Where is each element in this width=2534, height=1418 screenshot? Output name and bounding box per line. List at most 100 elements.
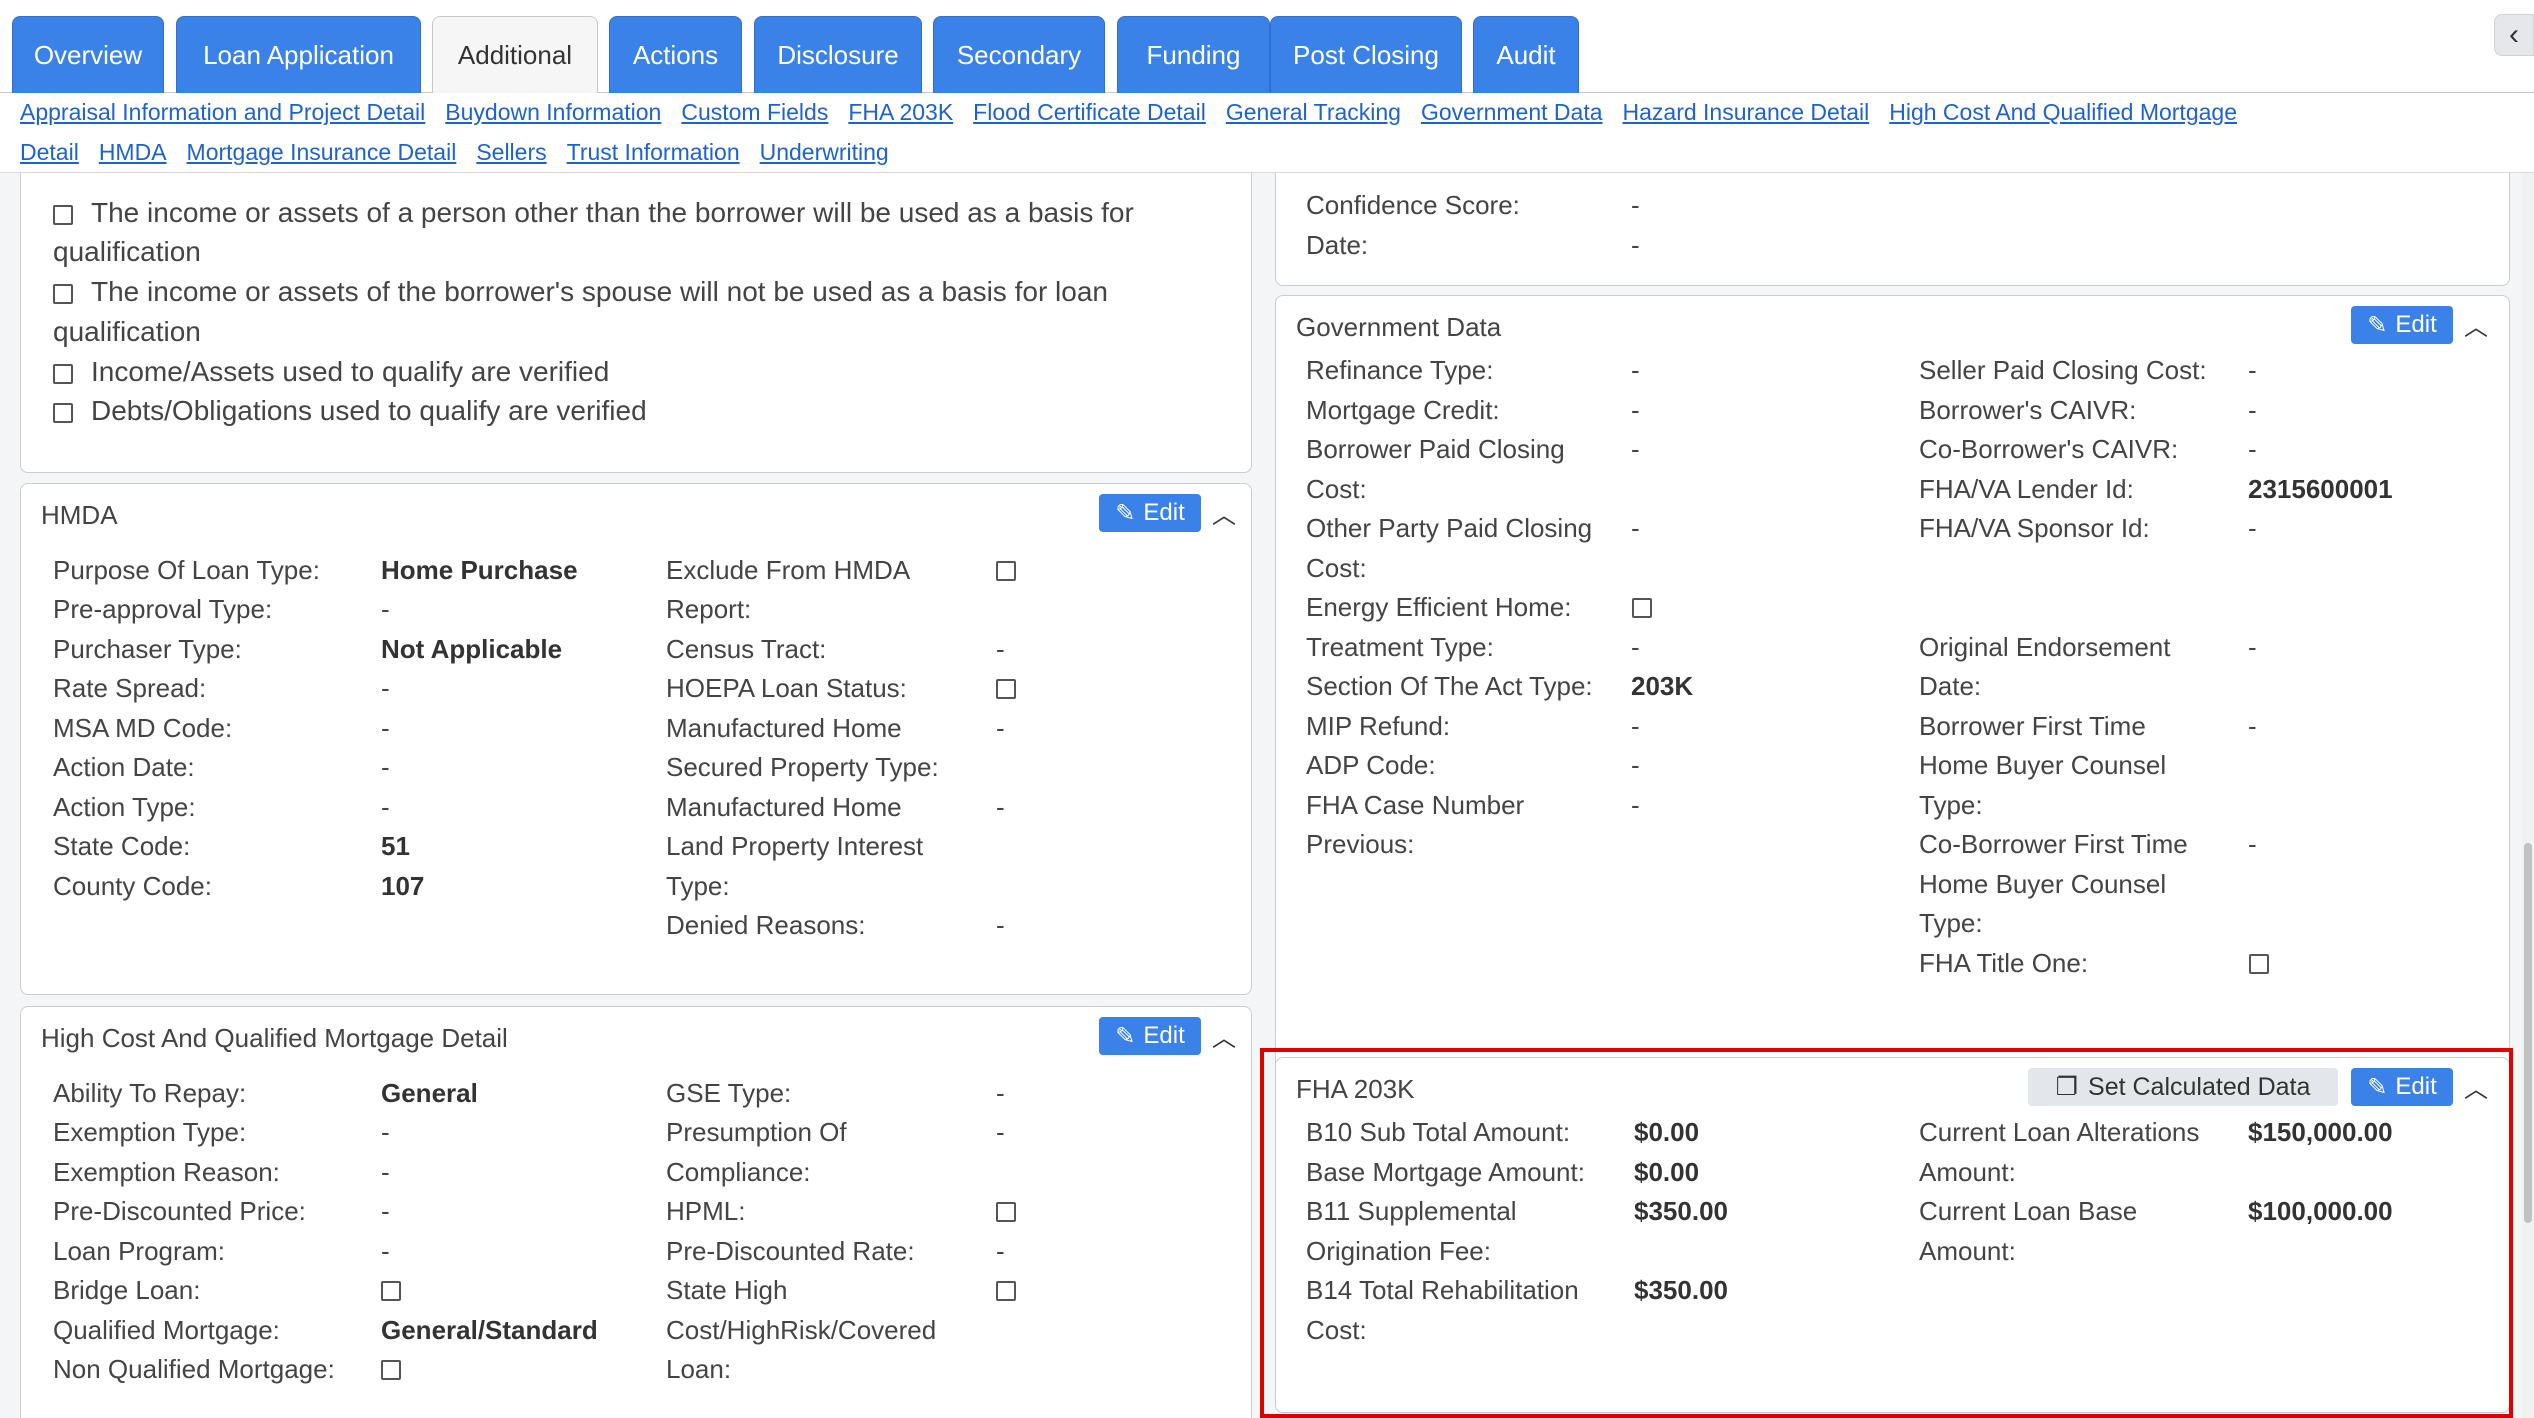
value: -: [1631, 355, 1640, 385]
link-general-tracking[interactable]: General Tracking: [1226, 99, 1401, 126]
vertical-scrollbar[interactable]: [2522, 173, 2534, 1418]
high-cost-collapse-icon[interactable]: ︿: [1208, 1015, 1240, 1055]
qualification-checkbox-other-person[interactable]: [53, 205, 73, 225]
label: Refinance Type:: [1306, 355, 1494, 385]
fha-title-one-checkbox[interactable]: [2249, 954, 2269, 974]
tab-funding[interactable]: Funding: [1117, 16, 1270, 93]
label: County Code:: [53, 871, 212, 901]
hmda-collapse-icon[interactable]: ︿: [1208, 492, 1240, 532]
label: Co-Borrower's CAIVR:: [1919, 434, 2179, 464]
link-fha-203k[interactable]: FHA 203K: [848, 99, 953, 126]
government-edit-button[interactable]: ✎ Edit: [2351, 306, 2453, 344]
non-qualified-checkbox[interactable]: [381, 1360, 401, 1380]
link-buydown[interactable]: Buydown Information: [445, 99, 661, 126]
bridge-loan-checkbox[interactable]: [381, 1281, 401, 1301]
qualification-checkbox-debts-verified[interactable]: [53, 403, 73, 423]
label: Borrower First Time: [1919, 711, 2146, 741]
link-high-cost-detail[interactable]: Detail: [20, 139, 79, 166]
value: -: [996, 713, 1005, 743]
value: General: [381, 1078, 478, 1108]
value: -: [996, 634, 1005, 664]
qualification-label-debts-verified: Debts/Obligations used to qualify are ve…: [91, 395, 647, 426]
hmda-panel: HMDA ✎ Edit ︿ Purpose Of Loan Type: Home …: [20, 483, 1252, 995]
value: -: [1631, 790, 1640, 820]
link-sellers[interactable]: Sellers: [476, 139, 546, 166]
label: HPML:: [666, 1196, 746, 1226]
label: HOEPA Loan Status:: [666, 673, 907, 703]
fha-203k-collapse-icon[interactable]: ︿: [2460, 1066, 2492, 1106]
value: $0.00: [1634, 1157, 1700, 1187]
qualification-checkbox-income-verified[interactable]: [53, 364, 73, 384]
hoepa-checkbox[interactable]: [996, 679, 1016, 699]
label: Base Mortgage Amount:: [1306, 1157, 1585, 1187]
tab-additional[interactable]: Additional: [432, 16, 598, 94]
label: Non Qualified Mortgage:: [53, 1354, 335, 1384]
government-data-title: Government Data: [1296, 312, 1502, 342]
scrollbar-thumb[interactable]: [2524, 843, 2532, 1223]
tab-overview[interactable]: Overview: [12, 16, 164, 93]
tab-post-closing[interactable]: Post Closing: [1270, 16, 1462, 93]
label: Origination Fee:: [1306, 1236, 1491, 1266]
energy-efficient-checkbox[interactable]: [1632, 598, 1652, 618]
pencil-icon: ✎: [1115, 1022, 1136, 1050]
state-high-cost-checkbox[interactable]: [996, 1281, 1016, 1301]
value: -: [381, 1157, 390, 1187]
value: -: [2248, 829, 2257, 859]
link-underwriting[interactable]: Underwriting: [760, 139, 889, 166]
label: GSE Type:: [666, 1078, 792, 1108]
label: MIP Refund:: [1306, 711, 1451, 741]
label: Home Buyer Counsel: [1919, 869, 2167, 899]
label: Pre-approval Type:: [53, 594, 273, 624]
tab-secondary[interactable]: Secondary: [933, 16, 1105, 93]
label: Report:: [666, 594, 752, 624]
label: Type:: [666, 871, 730, 901]
copy-icon: ❐: [2055, 1073, 2079, 1101]
label: Treatment Type:: [1306, 632, 1494, 662]
label: Loan Program:: [53, 1236, 225, 1266]
value: -: [2248, 395, 2257, 425]
value: -: [1631, 230, 1640, 260]
value: -: [381, 1196, 390, 1226]
content-area: The income or assets of a person other t…: [0, 173, 2534, 1418]
link-mortgage-insurance[interactable]: Mortgage Insurance Detail: [187, 139, 457, 166]
link-government-data[interactable]: Government Data: [1421, 99, 1603, 126]
label: Amount:: [1919, 1157, 2016, 1187]
tab-actions[interactable]: Actions: [609, 16, 742, 93]
government-collapse-icon[interactable]: ︿: [2460, 304, 2492, 344]
link-hmda[interactable]: HMDA: [99, 139, 167, 166]
fha-203k-edit-button[interactable]: ✎ Edit: [2351, 1068, 2453, 1106]
tab-disclosure[interactable]: Disclosure: [754, 16, 922, 93]
link-high-cost[interactable]: High Cost And Qualified Mortgage: [1889, 99, 2237, 126]
fha-203k-panel: FHA 203K ❐ Set Calculated Data ✎ Edit ︿ B1…: [1275, 1057, 2510, 1413]
label: Action Date:: [53, 752, 195, 782]
link-trust-information[interactable]: Trust Information: [567, 139, 740, 166]
hmda-edit-button[interactable]: ✎ Edit: [1099, 494, 1201, 532]
exclude-hmda-checkbox[interactable]: [996, 561, 1016, 581]
set-calculated-data-button[interactable]: ❐ Set Calculated Data: [2028, 1068, 2338, 1106]
link-flood-certificate[interactable]: Flood Certificate Detail: [973, 99, 1206, 126]
label: Rate Spread:: [53, 673, 207, 703]
value: $150,000.00: [2248, 1117, 2393, 1147]
label: Bridge Loan:: [53, 1275, 201, 1305]
label: Co-Borrower First Time: [1919, 829, 2188, 859]
link-hazard-insurance[interactable]: Hazard Insurance Detail: [1623, 99, 1870, 126]
set-calc-label: Set Calculated Data: [2088, 1072, 2311, 1101]
label: Land Property Interest: [666, 831, 924, 861]
tab-audit[interactable]: Audit: [1473, 16, 1579, 93]
qualification-checkbox-spouse[interactable]: [53, 284, 73, 304]
value: -: [2248, 434, 2257, 464]
tab-bar: Overview Loan Application Additional Act…: [0, 0, 2534, 94]
link-custom-fields[interactable]: Custom Fields: [681, 99, 828, 126]
value: -: [2248, 632, 2257, 662]
link-appraisal[interactable]: Appraisal Information and Project Detail: [20, 99, 425, 126]
collapse-panel-button[interactable]: ‹: [2494, 14, 2534, 56]
value: 203K: [1631, 671, 1694, 701]
value: Not Applicable: [381, 634, 563, 664]
value: General/Standard: [381, 1315, 598, 1345]
label: Secured Property Type:: [666, 752, 939, 782]
tab-loan-application[interactable]: Loan Application: [176, 16, 421, 93]
hpml-checkbox[interactable]: [996, 1202, 1016, 1222]
value: -: [996, 792, 1005, 822]
value: $100,000.00: [2248, 1196, 2393, 1226]
high-cost-edit-button[interactable]: ✎ Edit: [1099, 1017, 1201, 1055]
